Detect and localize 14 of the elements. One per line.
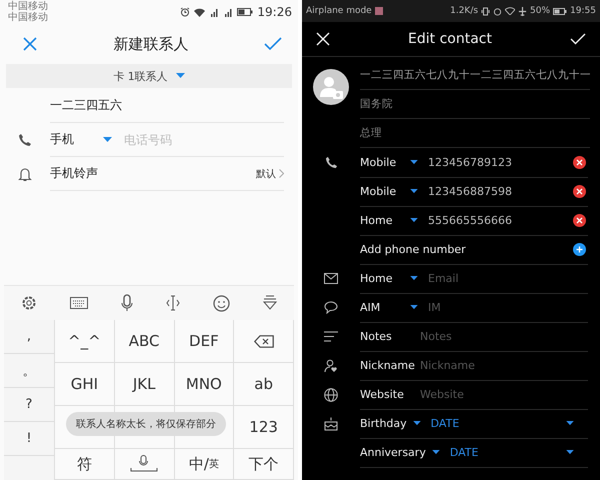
network-speed: 1.2K/s [450, 6, 478, 16]
carrier-name: 中国移动 [8, 12, 48, 23]
screen-title: 新建联系人 [114, 34, 188, 54]
message-toast: 联系人名称太长，将仅保存部分 [66, 412, 226, 436]
field-label: Notes [360, 330, 393, 342]
ringtone-label: 手机铃声 [50, 165, 99, 182]
screen-title: Edit contact [408, 31, 492, 47]
carrier-name: 中国移动 [8, 1, 48, 12]
clock-time: 19:55 [570, 6, 596, 16]
status-text: Airplane mode [306, 6, 372, 16]
battery-percent: 50% [530, 6, 550, 16]
clock-time: 19:26 [257, 5, 292, 19]
field-label: Nickname [360, 358, 416, 372]
field-label: Website [360, 388, 405, 400]
